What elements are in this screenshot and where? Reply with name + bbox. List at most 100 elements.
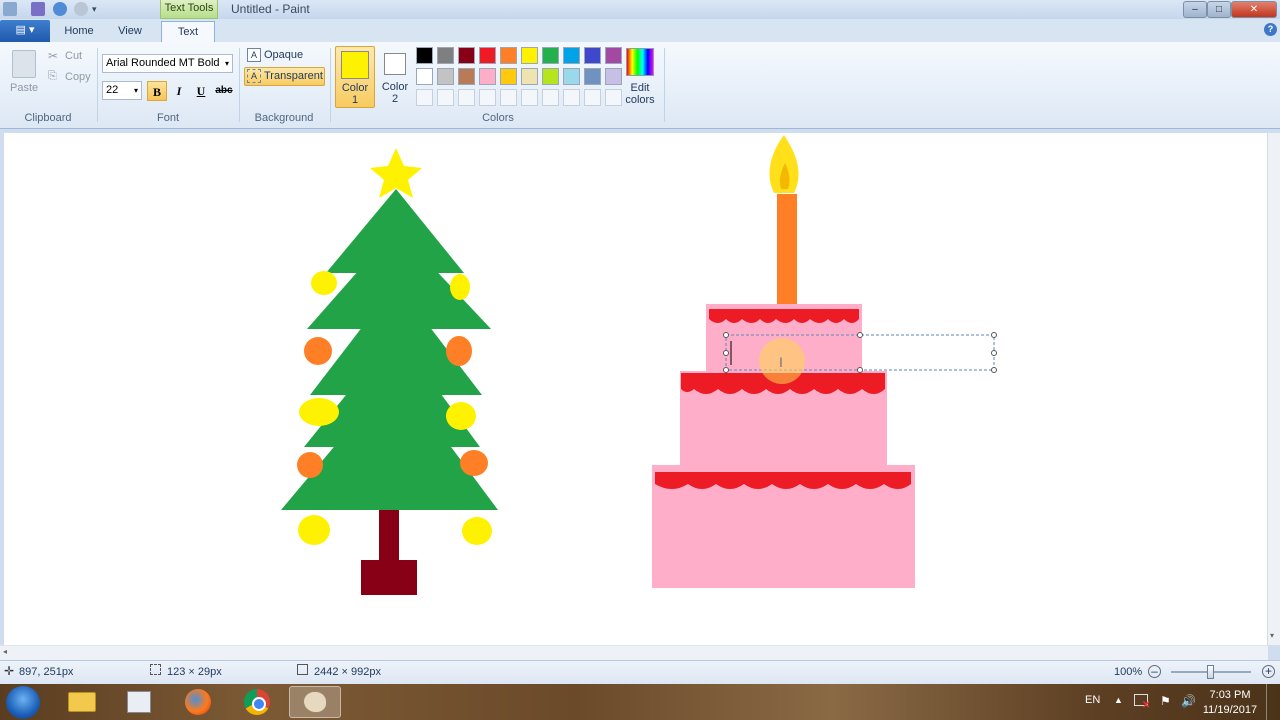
palette-color-swatch[interactable] <box>563 47 580 64</box>
maximize-button[interactable]: □ <box>1207 1 1231 18</box>
font-size-select[interactable]: 22 ▾ <box>102 81 142 100</box>
custom-color-slot[interactable] <box>437 89 454 106</box>
clock-time[interactable]: 7:03 PM <box>1205 689 1255 701</box>
zoom-out-button[interactable]: – <box>1148 665 1161 678</box>
edit-colors-label-2[interactable]: colors <box>622 94 658 106</box>
horizontal-scrollbar[interactable]: ◂ <box>0 645 1268 660</box>
media-player-icon <box>127 691 151 713</box>
paste-icon[interactable] <box>12 50 36 78</box>
color-1-button[interactable]: Color 1 <box>335 46 375 108</box>
edit-colors-label[interactable]: Edit <box>624 82 656 94</box>
palette-color-swatch[interactable] <box>437 47 454 64</box>
palette-color-swatch[interactable] <box>521 68 538 85</box>
redo-icon[interactable] <box>74 2 88 16</box>
paint-app-icon[interactable] <box>3 2 17 16</box>
color-1-number: 1 <box>351 94 359 106</box>
action-center-icon[interactable]: ⚑ <box>1160 694 1171 708</box>
background-group-label: Background <box>254 112 314 124</box>
cut-button[interactable]: Cut <box>65 50 82 62</box>
taskbar-paint[interactable] <box>289 686 341 718</box>
svg-text:I: I <box>779 354 783 370</box>
palette-color-swatch[interactable] <box>458 47 475 64</box>
custom-color-slot[interactable] <box>584 89 601 106</box>
copy-button[interactable]: Copy <box>65 71 91 83</box>
opaque-label: Opaque <box>264 49 304 61</box>
palette-color-swatch[interactable] <box>542 47 559 64</box>
palette-color-swatch[interactable] <box>584 68 601 85</box>
selection-size-icon <box>150 664 161 675</box>
custom-color-slot[interactable] <box>521 89 538 106</box>
zoom-in-button[interactable]: + <box>1262 665 1275 678</box>
tab-view[interactable]: View <box>108 21 152 42</box>
palette-color-swatch[interactable] <box>521 47 538 64</box>
palette-color-swatch[interactable] <box>542 68 559 85</box>
custom-color-slot[interactable] <box>416 89 433 106</box>
chrome-icon-center <box>252 697 266 711</box>
taskbar-media-player[interactable] <box>117 686 161 718</box>
bold-button[interactable]: B <box>147 81 167 101</box>
underline-button[interactable]: U <box>191 81 211 101</box>
edit-colors-icon[interactable] <box>626 48 654 76</box>
color-2-button[interactable]: Color 2 <box>378 46 412 108</box>
zoom-slider-thumb[interactable] <box>1207 665 1214 679</box>
selection-size: 123 × 29px <box>167 666 222 678</box>
palette-color-swatch[interactable] <box>479 68 496 85</box>
group-divider <box>330 48 331 122</box>
transparent-label: Transparent <box>264 70 323 82</box>
palette-color-swatch[interactable] <box>584 47 601 64</box>
palette-color-swatch[interactable] <box>500 68 517 85</box>
palette-color-swatch[interactable] <box>479 47 496 64</box>
show-desktop-button[interactable] <box>1266 684 1280 720</box>
volume-icon[interactable]: 🔊 <box>1181 694 1196 708</box>
close-button[interactable]: ✕ <box>1231 1 1277 18</box>
color-2-label: Color <box>381 81 409 93</box>
palette-color-swatch[interactable] <box>416 68 433 85</box>
palette-color-swatch[interactable] <box>458 68 475 85</box>
color-palette <box>416 47 622 109</box>
italic-button[interactable]: I <box>169 81 189 101</box>
custom-color-slot[interactable] <box>542 89 559 106</box>
scroll-down-icon[interactable]: ▾ <box>1270 631 1274 640</box>
palette-color-swatch[interactable] <box>563 68 580 85</box>
help-icon[interactable]: ? <box>1264 23 1277 36</box>
custom-color-slot[interactable] <box>458 89 475 106</box>
transparent-button[interactable]: A Transparent <box>244 67 325 86</box>
font-family-select[interactable]: Arial Rounded MT Bold ▾ <box>102 54 233 73</box>
resize-handle <box>857 332 863 338</box>
show-hidden-icons-icon[interactable]: ▲ <box>1114 695 1123 705</box>
start-button[interactable] <box>6 686 40 719</box>
customize-toolbar-icon[interactable]: ▾ <box>92 4 97 15</box>
palette-color-swatch[interactable] <box>437 68 454 85</box>
palette-color-swatch[interactable] <box>605 47 622 64</box>
palette-color-swatch[interactable] <box>605 68 622 85</box>
taskbar-explorer[interactable] <box>60 686 104 718</box>
tab-home[interactable]: Home <box>57 21 101 42</box>
opaque-icon: A <box>247 48 261 62</box>
save-icon[interactable] <box>31 2 45 16</box>
strikethrough-button[interactable]: abc <box>213 81 235 101</box>
color-2-number: 2 <box>391 93 399 105</box>
undo-icon[interactable] <box>53 2 67 16</box>
vertical-scrollbar[interactable]: ▾ <box>1268 133 1280 645</box>
paint-menu-button[interactable]: ▤ ▾ <box>0 20 50 42</box>
font-family-value: Arial Rounded MT Bold <box>106 57 220 69</box>
taskbar-firefox[interactable] <box>176 686 220 718</box>
minimize-button[interactable]: – <box>1183 1 1207 18</box>
clock-date[interactable]: 11/19/2017 <box>1202 704 1258 716</box>
clipboard-group-label: Clipboard <box>24 112 72 124</box>
custom-color-slot[interactable] <box>479 89 496 106</box>
language-indicator[interactable]: EN <box>1085 694 1100 706</box>
palette-color-swatch[interactable] <box>416 47 433 64</box>
paste-button[interactable]: Paste <box>10 82 38 94</box>
menu-icon: ▤ ▾ <box>15 24 35 36</box>
custom-color-slot[interactable] <box>500 89 517 106</box>
taskbar-chrome[interactable] <box>235 686 279 718</box>
scroll-left-icon[interactable]: ◂ <box>3 647 7 656</box>
folder-icon <box>68 692 96 712</box>
palette-color-swatch[interactable] <box>500 47 517 64</box>
custom-color-slot[interactable] <box>605 89 622 106</box>
opaque-button[interactable]: A Opaque <box>245 47 327 65</box>
custom-color-slot[interactable] <box>563 89 580 106</box>
drawing-canvas[interactable]: I <box>4 133 1267 645</box>
tab-text[interactable]: Text <box>161 21 215 43</box>
